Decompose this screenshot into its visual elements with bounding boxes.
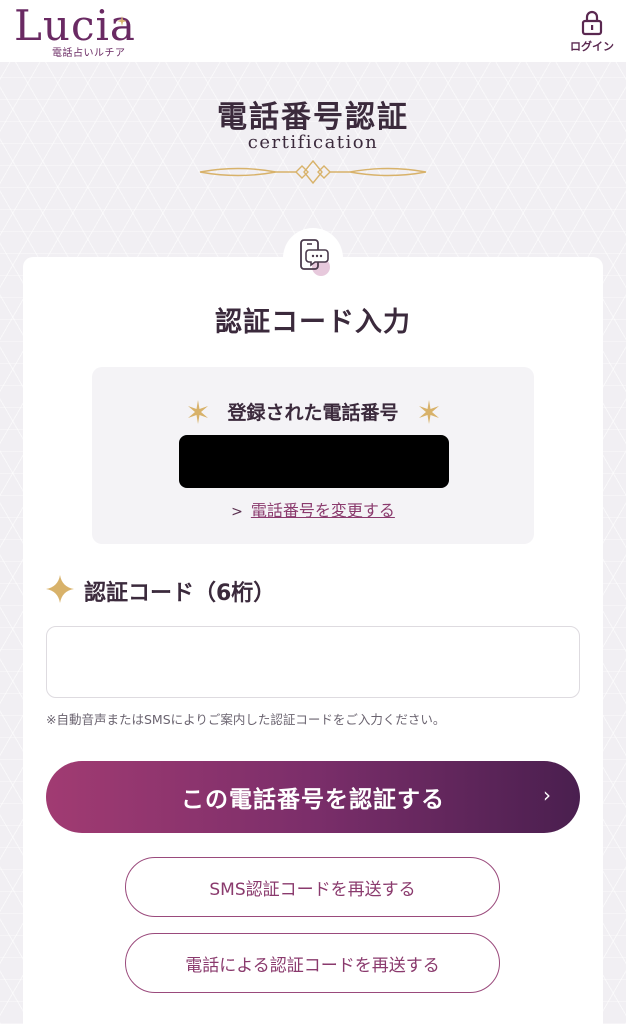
ornament-divider-icon xyxy=(199,159,427,185)
logo-sparkle-icon xyxy=(117,16,127,26)
verify-phone-button[interactable]: この電話番号を認証する › xyxy=(46,761,580,833)
code-label: 認証コード（6桁） xyxy=(84,581,276,606)
login-button[interactable]: ログイン xyxy=(568,8,616,56)
site-header: Lucia 電話占いルチア ログイン xyxy=(0,0,626,62)
site-logo[interactable]: Lucia 電話占いルチア xyxy=(14,4,164,60)
logo-subtitle: 電話占いルチア xyxy=(52,48,126,59)
verify-phone-button-label: この電話番号を認証する xyxy=(181,787,445,813)
phone-badge xyxy=(283,228,343,288)
phone-chat-icon xyxy=(300,239,330,276)
code-input[interactable] xyxy=(46,626,580,698)
registered-phone-label: 登録された電話番号 xyxy=(227,402,399,424)
lock-icon xyxy=(581,10,603,36)
resend-sms-button[interactable]: SMS認証コードを再送する xyxy=(125,857,500,917)
section-title-wrap: 認証コード入力 xyxy=(0,300,626,339)
registered-phone-number xyxy=(179,435,449,488)
chevron-right-icon: > xyxy=(231,504,243,520)
logo-text: Lucia xyxy=(14,1,136,50)
login-label: ログイン xyxy=(570,40,614,53)
input-note: ※自動音声またはSMSによりご案内した認証コードをご入力ください。 xyxy=(46,712,446,727)
chevron-right-icon: › xyxy=(543,783,552,807)
page-title: 電話番号認証 xyxy=(217,100,409,135)
section-title: 認証コード入力 xyxy=(211,300,415,339)
resend-call-button[interactable]: 電話による認証コードを再送する xyxy=(125,933,500,993)
page-subtitle: certification xyxy=(247,132,379,153)
change-phone-link-text: 電話番号を変更する xyxy=(250,501,395,520)
change-phone-link[interactable]: > 電話番号を変更する xyxy=(0,497,626,521)
four-point-star-icon xyxy=(46,575,74,603)
sparkle-icon xyxy=(419,400,439,424)
